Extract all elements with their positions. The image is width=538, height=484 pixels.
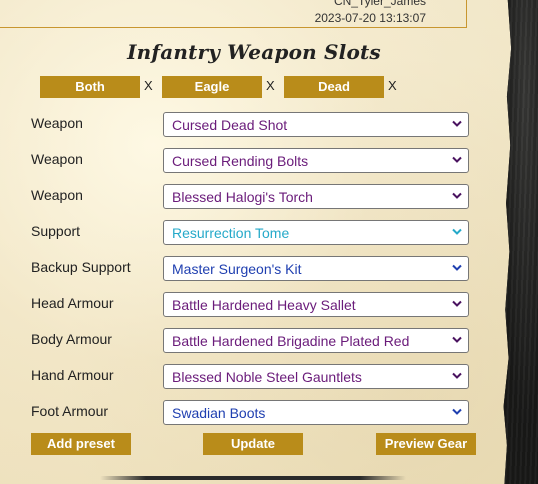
timestamp: 2023-07-20 13:13:07 [314,11,426,25]
backup-support-select[interactable]: Master Surgeon's Kit [163,256,469,281]
chevron-down-icon [452,408,462,415]
select-value: Resurrection Tome [172,225,290,241]
slot-label: Body Armour [31,331,112,347]
select-value: Blessed Noble Steel Gauntlets [172,369,362,385]
select-value: Blessed Halogi's Torch [172,189,313,205]
slot-label: Weapon [31,187,83,203]
select-value: Cursed Rending Bolts [172,153,309,169]
slot-label: Foot Armour [31,403,109,419]
footer-divider [100,476,406,480]
select-value: Master Surgeon's Kit [172,261,302,277]
slot-label: Support [31,223,81,239]
chevron-down-icon [452,192,462,199]
weapon-3-select[interactable]: Blessed Halogi's Torch [163,184,469,209]
weapon-2-select[interactable]: Cursed Rending Bolts [163,148,469,173]
support-select[interactable]: Resurrection Tome [163,220,469,245]
select-value: Battle Hardened Brigadine Plated Red [172,333,410,349]
hand-armour-select[interactable]: Blessed Noble Steel Gauntlets [163,364,469,389]
body-armour-select[interactable]: Battle Hardened Brigadine Plated Red [163,328,469,353]
chevron-down-icon [452,120,462,127]
user-header: CN_Tyler_James 2023-07-20 13:13:07 [0,0,467,28]
select-value: Swadian Boots [172,405,266,421]
chevron-down-icon [452,300,462,307]
chevron-down-icon [452,372,462,379]
weapon-1-select[interactable]: Cursed Dead Shot [163,112,469,137]
foot-armour-select[interactable]: Swadian Boots [163,400,469,425]
select-value: Battle Hardened Heavy Sallet [172,297,356,313]
chevron-down-icon [452,264,462,271]
filter-tag-dead[interactable]: Dead [284,76,384,98]
slot-label: Hand Armour [31,367,114,383]
chevron-down-icon [452,336,462,343]
chevron-down-icon [452,228,462,235]
slot-label: Weapon [31,151,83,167]
update-button[interactable]: Update [203,433,303,455]
remove-filter-both-button[interactable]: X [144,78,153,93]
remove-filter-eagle-button[interactable]: X [266,78,275,93]
select-value: Cursed Dead Shot [172,117,288,133]
filter-tag-eagle[interactable]: Eagle [162,76,262,98]
chevron-down-icon [452,156,462,163]
preview-gear-button[interactable]: Preview Gear [376,433,476,455]
filter-tag-both[interactable]: Both [40,76,140,98]
slot-label: Weapon [31,115,83,131]
add-preset-button[interactable]: Add preset [31,433,131,455]
head-armour-select[interactable]: Battle Hardened Heavy Sallet [163,292,469,317]
page-title: Infantry Weapon Slots [127,40,381,64]
slot-label: Head Armour [31,295,114,311]
slot-label: Backup Support [31,259,131,275]
user-name[interactable]: CN_Tyler_James [334,0,426,8]
remove-filter-dead-button[interactable]: X [388,78,397,93]
